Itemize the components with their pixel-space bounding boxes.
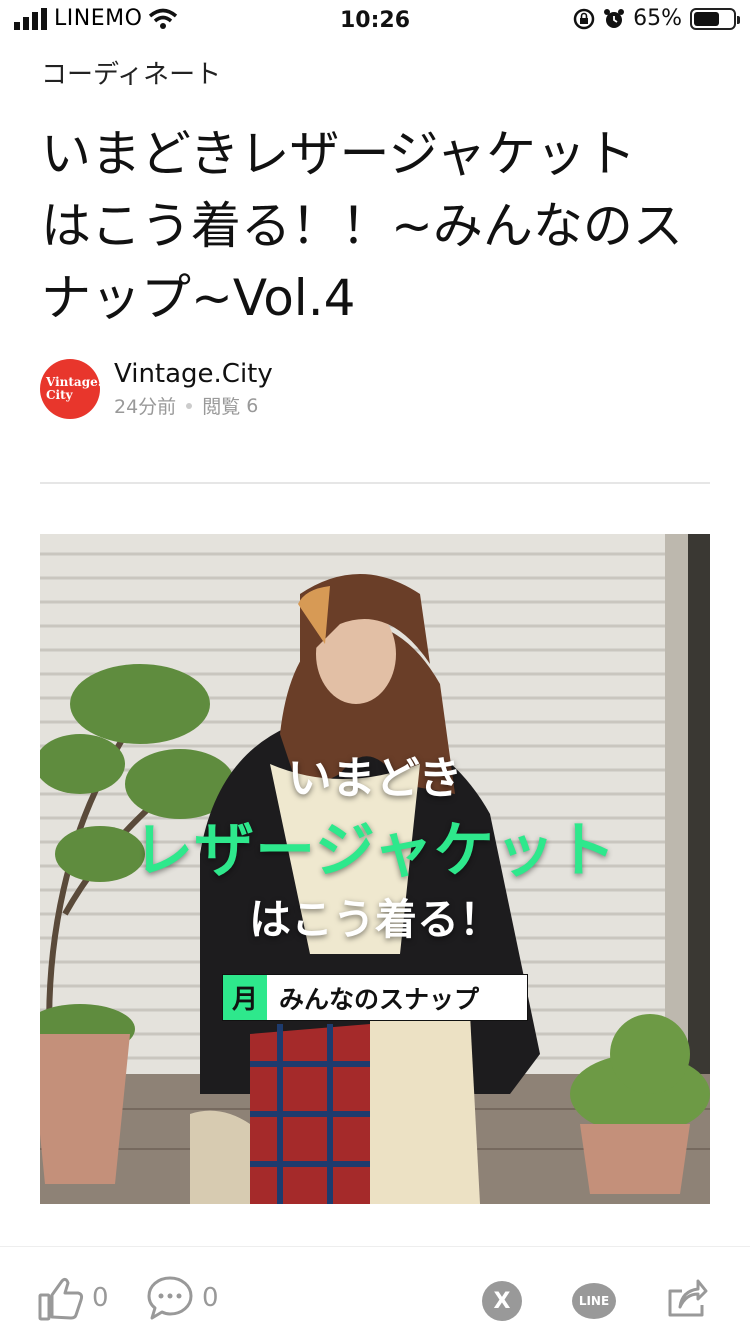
comment-count: 0 [202, 1283, 219, 1313]
rotation-lock-icon [573, 8, 595, 29]
author-block[interactable]: Vintage. City Vintage.City 24分前 閲覧 6 [40, 358, 273, 419]
x-logo-icon: X [482, 1281, 522, 1321]
bottom-action-bar: 0 0 X LINE [0, 1246, 750, 1334]
article-title: いまどきレザージャケット はこう着る！！~みんなのス ナップ~Vol.4 [41, 118, 711, 334]
hero-line-3: はこう着る！ [248, 895, 501, 944]
avatar-text: Vintage. [46, 374, 102, 389]
thumbs-up-icon [38, 1277, 84, 1321]
title-line: はこう着る！！~みんなのス [41, 197, 683, 255]
title-line: いまどきレザージャケット [41, 125, 636, 183]
comment-button[interactable]: 0 [146, 1275, 219, 1321]
badge-text: みんなのスナップ [279, 984, 480, 1014]
article-category[interactable]: コーディネート [41, 54, 221, 91]
separator-dot [186, 402, 193, 409]
like-count: 0 [92, 1283, 109, 1313]
alarm-icon [604, 8, 625, 28]
status-bar: LINEMO 10:26 65% [0, 0, 750, 44]
views-count: 6 [246, 394, 259, 417]
share-icon [668, 1279, 708, 1317]
badge-month: 月 [223, 975, 267, 1020]
divider [40, 482, 710, 484]
views-label: 閲覧 [202, 396, 241, 418]
hero-line-1: いまどき [287, 753, 463, 804]
share-button[interactable] [666, 1277, 708, 1319]
share-line-button[interactable]: LINE [572, 1283, 616, 1319]
hero-line-2: レザージャケット [133, 816, 617, 886]
author-name[interactable]: Vintage.City [114, 358, 273, 390]
line-logo-icon: LINE [572, 1283, 616, 1319]
share-x-button[interactable]: X [482, 1281, 522, 1321]
battery-percent: 65% [633, 6, 682, 31]
avatar-text: City [46, 387, 73, 402]
hero-image[interactable]: いまどき レザージャケット はこう着る！ 月 みんなのスナップ [40, 534, 710, 1204]
battery-icon [690, 7, 740, 30]
like-button[interactable]: 0 [38, 1275, 109, 1321]
battery-fill [694, 11, 719, 26]
post-time: 24分前 [114, 396, 177, 418]
series-badge: 月 みんなのスナップ [222, 974, 528, 1021]
title-line: ナップ~Vol.4 [41, 269, 356, 327]
comment-icon [147, 1276, 193, 1320]
avatar[interactable]: Vintage. City [40, 358, 102, 419]
